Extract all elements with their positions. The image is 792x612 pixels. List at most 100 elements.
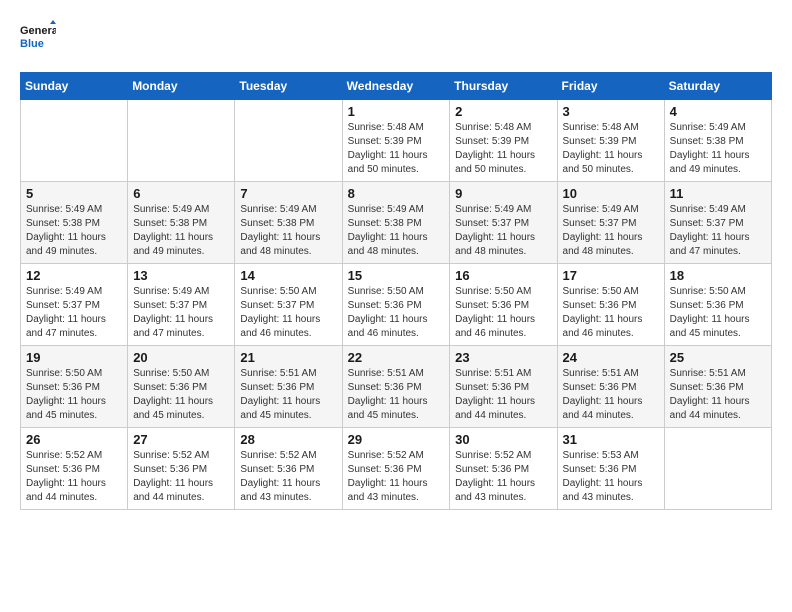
day-number: 31: [563, 432, 659, 447]
logo: General Blue: [20, 20, 56, 56]
calendar-cell: 27 Sunrise: 5:52 AM Sunset: 5:36 PM Dayli…: [128, 428, 235, 510]
svg-text:General: General: [20, 25, 56, 37]
calendar-week-row: 12 Sunrise: 5:49 AM Sunset: 5:37 PM Dayli…: [21, 264, 772, 346]
calendar-header-monday: Monday: [128, 73, 235, 100]
calendar-header-sunday: Sunday: [21, 73, 128, 100]
day-number: 10: [563, 186, 659, 201]
calendar-cell: 8 Sunrise: 5:49 AM Sunset: 5:38 PM Daylig…: [342, 182, 450, 264]
day-number: 18: [670, 268, 766, 283]
day-number: 3: [563, 104, 659, 119]
day-info: Sunrise: 5:49 AM Sunset: 5:38 PM Dayligh…: [26, 203, 122, 259]
calendar-cell: 29Sunrise: 5:52 AM Sunset: 5:36 PM Dayli…: [342, 428, 450, 510]
day-number: 16: [455, 268, 551, 283]
day-info: Sunrise: 5:49 AM Sunset: 5:37 PM Dayligh…: [563, 203, 659, 259]
day-info: Sunrise: 5:49 AM Sunset: 5:38 PM Dayligh…: [240, 203, 336, 259]
day-info: Sunrise: 5:49 AM Sunset: 5:38 PM Dayligh…: [670, 121, 766, 177]
day-number: 24: [563, 350, 659, 365]
day-number: 7: [240, 186, 336, 201]
day-number: 28: [240, 432, 336, 447]
day-number: 21: [240, 350, 336, 365]
calendar-cell: 20 Sunrise: 5:50 AM Sunset: 5:36 PM Dayli…: [128, 346, 235, 428]
day-number: 1: [348, 104, 445, 119]
calendar-cell: 1 Sunrise: 5:48 AM Sunset: 5:39 PM Daylig…: [342, 100, 450, 182]
day-info: Sunrise: 5:48 AM Sunset: 5:39 PM Dayligh…: [563, 121, 659, 177]
day-info: Sunrise: 5:50 AM Sunset: 5:36 PM Dayligh…: [133, 367, 229, 423]
calendar-cell: 9 Sunrise: 5:49 AM Sunset: 5:37 PM Daylig…: [450, 182, 557, 264]
day-number: 4: [670, 104, 766, 119]
day-info: Sunrise: 5:49 AM Sunset: 5:38 PM Dayligh…: [348, 203, 445, 259]
calendar-cell: [664, 428, 771, 510]
day-info: Sunrise: 5:52 AM Sunset: 5:36 PM Dayligh…: [133, 449, 229, 505]
day-info: Sunrise: 5:49 AM Sunset: 5:38 PM Dayligh…: [133, 203, 229, 259]
calendar-cell: [235, 100, 342, 182]
day-number: 11: [670, 186, 766, 201]
day-info: Sunrise: 5:51 AM Sunset: 5:36 PM Dayligh…: [670, 367, 766, 423]
calendar-cell: 7 Sunrise: 5:49 AM Sunset: 5:38 PM Daylig…: [235, 182, 342, 264]
calendar-cell: 13 Sunrise: 5:49 AM Sunset: 5:37 PM Dayli…: [128, 264, 235, 346]
svg-text:Blue: Blue: [20, 38, 44, 50]
calendar-cell: 22Sunrise: 5:51 AM Sunset: 5:36 PM Dayli…: [342, 346, 450, 428]
day-number: 14: [240, 268, 336, 283]
day-number: 2: [455, 104, 551, 119]
day-info: Sunrise: 5:51 AM Sunset: 5:36 PM Dayligh…: [348, 367, 445, 423]
calendar-header-thursday: Thursday: [450, 73, 557, 100]
day-info: Sunrise: 5:52 AM Sunset: 5:36 PM Dayligh…: [240, 449, 336, 505]
calendar-cell: 12 Sunrise: 5:49 AM Sunset: 5:37 PM Dayli…: [21, 264, 128, 346]
day-info: Sunrise: 5:48 AM Sunset: 5:39 PM Dayligh…: [348, 121, 445, 177]
day-info: Sunrise: 5:50 AM Sunset: 5:36 PM Dayligh…: [26, 367, 122, 423]
calendar-cell: 26 Sunrise: 5:52 AM Sunset: 5:36 PM Dayli…: [21, 428, 128, 510]
calendar-table: SundayMondayTuesdayWednesdayThursdayFrid…: [20, 72, 772, 510]
calendar-header-saturday: Saturday: [664, 73, 771, 100]
calendar-cell: 19Sunrise: 5:50 AM Sunset: 5:36 PM Dayli…: [21, 346, 128, 428]
day-info: Sunrise: 5:50 AM Sunset: 5:36 PM Dayligh…: [670, 285, 766, 341]
calendar-cell: 4 Sunrise: 5:49 AM Sunset: 5:38 PM Daylig…: [664, 100, 771, 182]
calendar-week-row: 19Sunrise: 5:50 AM Sunset: 5:36 PM Dayli…: [21, 346, 772, 428]
day-info: Sunrise: 5:52 AM Sunset: 5:36 PM Dayligh…: [455, 449, 551, 505]
calendar-header-wednesday: Wednesday: [342, 73, 450, 100]
calendar-cell: 31 Sunrise: 5:53 AM Sunset: 5:36 PM Dayli…: [557, 428, 664, 510]
day-number: 9: [455, 186, 551, 201]
calendar-cell: 2 Sunrise: 5:48 AM Sunset: 5:39 PM Daylig…: [450, 100, 557, 182]
day-info: Sunrise: 5:52 AM Sunset: 5:36 PM Dayligh…: [348, 449, 445, 505]
calendar-cell: [21, 100, 128, 182]
day-number: 12: [26, 268, 122, 283]
calendar-header-row: SundayMondayTuesdayWednesdayThursdayFrid…: [21, 73, 772, 100]
day-info: Sunrise: 5:50 AM Sunset: 5:36 PM Dayligh…: [563, 285, 659, 341]
calendar-cell: 17 Sunrise: 5:50 AM Sunset: 5:36 PM Dayli…: [557, 264, 664, 346]
calendar-cell: 28 Sunrise: 5:52 AM Sunset: 5:36 PM Dayli…: [235, 428, 342, 510]
day-number: 20: [133, 350, 229, 365]
day-number: 8: [348, 186, 445, 201]
day-number: 25: [670, 350, 766, 365]
day-info: Sunrise: 5:50 AM Sunset: 5:36 PM Dayligh…: [348, 285, 445, 341]
day-number: 26: [26, 432, 122, 447]
calendar-cell: 15Sunrise: 5:50 AM Sunset: 5:36 PM Dayli…: [342, 264, 450, 346]
day-number: 13: [133, 268, 229, 283]
calendar-cell: 3 Sunrise: 5:48 AM Sunset: 5:39 PM Daylig…: [557, 100, 664, 182]
day-number: 17: [563, 268, 659, 283]
day-info: Sunrise: 5:49 AM Sunset: 5:37 PM Dayligh…: [133, 285, 229, 341]
day-info: Sunrise: 5:50 AM Sunset: 5:37 PM Dayligh…: [240, 285, 336, 341]
calendar-cell: 21Sunrise: 5:51 AM Sunset: 5:36 PM Dayli…: [235, 346, 342, 428]
calendar-cell: 16 Sunrise: 5:50 AM Sunset: 5:36 PM Dayli…: [450, 264, 557, 346]
day-info: Sunrise: 5:49 AM Sunset: 5:37 PM Dayligh…: [26, 285, 122, 341]
calendar-cell: 14 Sunrise: 5:50 AM Sunset: 5:37 PM Dayli…: [235, 264, 342, 346]
calendar-cell: 30 Sunrise: 5:52 AM Sunset: 5:36 PM Dayli…: [450, 428, 557, 510]
day-number: 23: [455, 350, 551, 365]
day-info: Sunrise: 5:53 AM Sunset: 5:36 PM Dayligh…: [563, 449, 659, 505]
day-number: 6: [133, 186, 229, 201]
calendar-header-tuesday: Tuesday: [235, 73, 342, 100]
day-number: 5: [26, 186, 122, 201]
day-number: 30: [455, 432, 551, 447]
day-info: Sunrise: 5:49 AM Sunset: 5:37 PM Dayligh…: [670, 203, 766, 259]
day-info: Sunrise: 5:52 AM Sunset: 5:36 PM Dayligh…: [26, 449, 122, 505]
day-info: Sunrise: 5:49 AM Sunset: 5:37 PM Dayligh…: [455, 203, 551, 259]
day-info: Sunrise: 5:50 AM Sunset: 5:36 PM Dayligh…: [455, 285, 551, 341]
calendar-week-row: 1 Sunrise: 5:48 AM Sunset: 5:39 PM Daylig…: [21, 100, 772, 182]
calendar-cell: 6 Sunrise: 5:49 AM Sunset: 5:38 PM Daylig…: [128, 182, 235, 264]
day-info: Sunrise: 5:51 AM Sunset: 5:36 PM Dayligh…: [563, 367, 659, 423]
day-info: Sunrise: 5:48 AM Sunset: 5:39 PM Dayligh…: [455, 121, 551, 177]
calendar-week-row: 26 Sunrise: 5:52 AM Sunset: 5:36 PM Dayli…: [21, 428, 772, 510]
day-number: 27: [133, 432, 229, 447]
logo-graphic: General Blue: [20, 20, 56, 56]
calendar-cell: 25 Sunrise: 5:51 AM Sunset: 5:36 PM Dayli…: [664, 346, 771, 428]
